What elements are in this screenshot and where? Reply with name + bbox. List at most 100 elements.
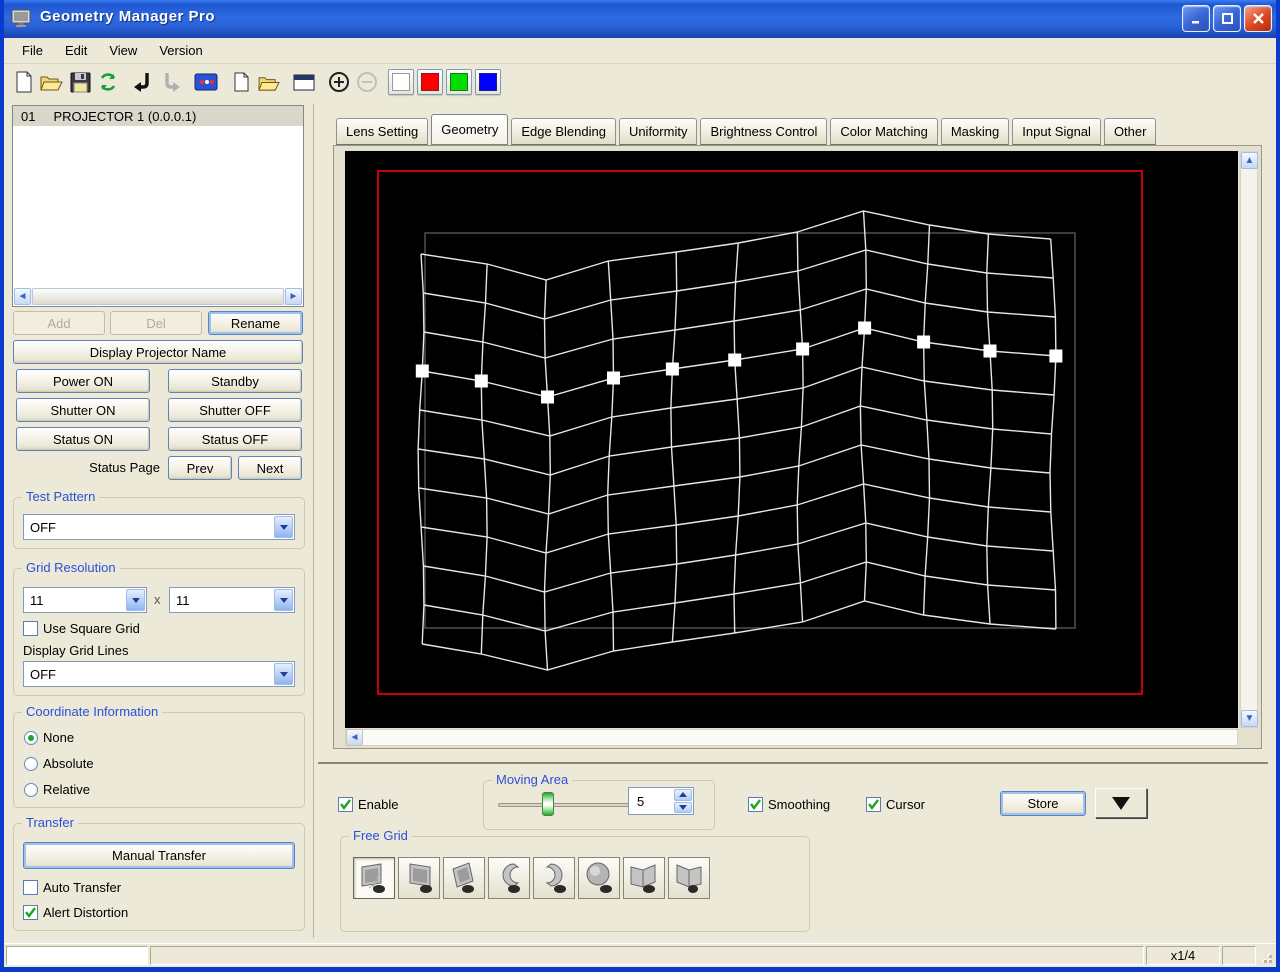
scroll-left-icon[interactable]: ◄ — [346, 729, 363, 746]
mesh-handle[interactable] — [858, 321, 872, 335]
radio-icon[interactable] — [24, 756, 38, 771]
tab-edge-blending[interactable]: Edge Blending — [511, 118, 616, 145]
open-layout-icon[interactable] — [255, 68, 283, 96]
scroll-up-icon[interactable]: ▲ — [1241, 152, 1258, 169]
new-layout-icon[interactable] — [227, 68, 255, 96]
display-projector-name-button[interactable]: Display Projector Name — [13, 340, 303, 364]
menu-view[interactable]: View — [99, 40, 147, 61]
spin-up-icon[interactable] — [674, 789, 692, 801]
store-button[interactable]: Store — [1000, 791, 1086, 816]
checkbox-icon[interactable] — [748, 797, 763, 812]
tab-masking[interactable]: Masking — [940, 118, 1010, 145]
checkbox-icon[interactable] — [866, 797, 881, 812]
status-on-button[interactable]: Status ON — [16, 427, 150, 451]
shutter-off-button[interactable]: Shutter OFF — [168, 398, 302, 422]
save-icon[interactable] — [66, 68, 94, 96]
prev-button[interactable]: Prev — [168, 456, 232, 480]
free-grid-tool-cylinder-concave[interactable] — [488, 857, 530, 899]
mesh-handle[interactable] — [474, 374, 488, 388]
scroll-right-icon[interactable]: ► — [285, 288, 302, 305]
manual-transfer-button[interactable]: Manual Transfer — [23, 842, 295, 869]
canvas-hscrollbar[interactable]: ◄ — [345, 729, 1238, 746]
menu-version[interactable]: Version — [149, 40, 212, 61]
moving-area-slider-thumb[interactable] — [542, 792, 554, 816]
checkbox-icon[interactable] — [23, 880, 38, 895]
standby-button[interactable]: Standby — [168, 369, 302, 393]
shutter-on-button[interactable]: Shutter ON — [16, 398, 150, 422]
chevron-down-icon[interactable] — [274, 589, 293, 611]
free-grid-tool-flat-screen-left[interactable] — [353, 857, 395, 899]
close-button[interactable] — [1244, 5, 1272, 32]
mesh-handle[interactable] — [796, 342, 810, 356]
refresh-icon[interactable] — [94, 68, 122, 96]
smoothing-checkbox[interactable]: Smoothing — [748, 797, 830, 812]
geometry-canvas[interactable] — [345, 151, 1238, 728]
distortion-mesh[interactable] — [345, 151, 1238, 728]
tab-geometry[interactable]: Geometry — [431, 114, 509, 145]
scrollbar-thumb[interactable] — [32, 288, 284, 305]
swatch-white-button[interactable] — [388, 69, 414, 95]
maximize-button[interactable] — [1213, 5, 1241, 32]
swatch-green-button[interactable] — [446, 69, 472, 95]
chevron-down-icon[interactable] — [126, 589, 145, 611]
moving-area-spinner[interactable]: 5 — [628, 787, 694, 815]
free-grid-tool-cylinder-column[interactable] — [533, 857, 575, 899]
minimize-button[interactable] — [1182, 5, 1210, 32]
test-pattern-select[interactable]: OFF — [23, 514, 295, 540]
radio-icon[interactable] — [24, 730, 38, 745]
cursor-checkbox[interactable]: Cursor — [866, 797, 925, 812]
chevron-down-icon[interactable] — [274, 663, 293, 685]
tab-brightness-control[interactable]: Brightness Control — [700, 118, 828, 145]
alert-distortion-checkbox[interactable]: Alert Distortion — [23, 905, 128, 920]
undo-icon[interactable] — [129, 68, 157, 96]
status-off-button[interactable]: Status OFF — [168, 427, 302, 451]
scroll-left-icon[interactable]: ◄ — [14, 288, 31, 305]
tab-color-matching[interactable]: Color Matching — [830, 118, 938, 145]
resize-grip[interactable] — [1258, 946, 1274, 965]
free-grid-tool-corner-screen-left[interactable] — [623, 857, 665, 899]
grid-resolution-h-select[interactable]: 11 — [23, 587, 147, 613]
projector-list-hscrollbar[interactable]: ◄ ► — [14, 288, 302, 305]
radio-icon[interactable] — [24, 782, 38, 797]
mesh-handle[interactable] — [415, 364, 429, 378]
free-grid-tool-corner-screen-right[interactable] — [668, 857, 710, 899]
tab-lens-setting[interactable]: Lens Setting — [336, 118, 429, 145]
radio-absolute[interactable]: Absolute — [24, 756, 94, 771]
swatch-blue-button[interactable] — [475, 69, 501, 95]
zoom-in-icon[interactable] — [325, 68, 353, 96]
mesh-handle[interactable] — [983, 344, 997, 358]
projector-list[interactable]: 01 PROJECTOR 1 (0.0.0.1) ◄ ► — [12, 105, 304, 307]
monitor-rgb-icon[interactable] — [192, 68, 220, 96]
next-button[interactable]: Next — [238, 456, 302, 480]
rename-button[interactable]: Rename — [208, 311, 303, 335]
checkbox-icon[interactable] — [338, 797, 353, 812]
auto-transfer-checkbox[interactable]: Auto Transfer — [23, 880, 121, 895]
mesh-handle[interactable] — [917, 335, 931, 349]
enable-checkbox[interactable]: Enable — [338, 797, 398, 812]
grid-resolution-v-select[interactable]: 11 — [169, 587, 295, 613]
new-file-icon[interactable] — [10, 68, 38, 96]
mesh-handle[interactable] — [541, 390, 554, 404]
canvas-vscrollbar[interactable]: ▲ ▼ — [1240, 151, 1258, 728]
mesh-handle[interactable] — [665, 362, 679, 376]
mesh-handle[interactable] — [728, 353, 742, 367]
display-grid-lines-select[interactable]: OFF — [23, 661, 295, 687]
tab-other[interactable]: Other — [1103, 118, 1157, 145]
menu-file[interactable]: File — [12, 40, 53, 61]
chevron-down-icon[interactable] — [274, 516, 293, 538]
use-square-grid-checkbox[interactable]: Use Square Grid — [23, 621, 140, 636]
tab-uniformity[interactable]: Uniformity — [618, 118, 698, 145]
swatch-red-button[interactable] — [417, 69, 443, 95]
mesh-handle[interactable] — [607, 371, 620, 385]
spin-down-icon[interactable] — [674, 801, 692, 813]
projector-list-item[interactable]: 01 PROJECTOR 1 (0.0.0.1) — [13, 106, 303, 126]
radio-relative[interactable]: Relative — [24, 782, 90, 797]
power-on-button[interactable]: Power ON — [16, 369, 150, 393]
menu-edit[interactable]: Edit — [55, 40, 97, 61]
checkbox-icon[interactable] — [23, 621, 38, 636]
free-grid-tool-tilted-screen[interactable] — [443, 857, 485, 899]
free-grid-tool-flat-screen-right[interactable] — [398, 857, 440, 899]
moving-area-slider-track[interactable] — [498, 803, 642, 807]
screen-window-icon[interactable] — [290, 68, 318, 96]
free-grid-tool-sphere-screen[interactable] — [578, 857, 620, 899]
